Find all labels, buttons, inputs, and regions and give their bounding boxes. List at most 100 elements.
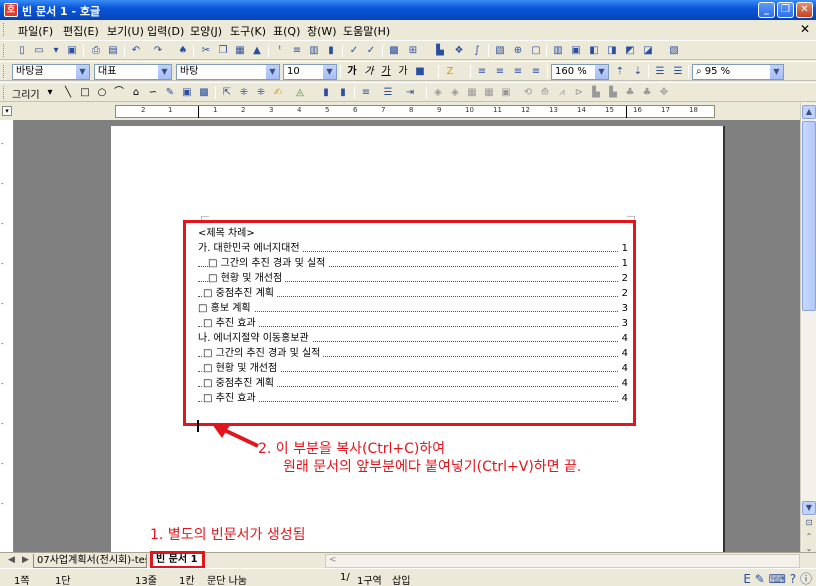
save-icon[interactable]: ▣ — [64, 43, 80, 58]
dictionary-icon[interactable]: ✓ — [363, 43, 379, 58]
italic-icon[interactable]: 가 — [361, 64, 377, 79]
chevron-down-icon[interactable]: ▼ — [158, 65, 171, 79]
toc-line[interactable]: 나. 에너지절약 이동홍보관 4 — [198, 332, 628, 346]
cut-icon[interactable]: ✂ — [198, 43, 214, 58]
font-language-select[interactable]: 대표 ▼ — [94, 64, 172, 80]
print-preview-icon[interactable]: ▤ — [105, 43, 121, 58]
format-painter-icon[interactable]: ▲ — [249, 43, 265, 58]
chevron-down-icon[interactable]: ▼ — [595, 65, 608, 79]
open-recent-icon[interactable]: ▾ — [48, 43, 64, 58]
menu-table[interactable]: 표(Q) — [273, 23, 300, 39]
ruler-toggle-icon[interactable]: ▾ — [2, 106, 12, 116]
distribute-icon[interactable]: ⊳ — [571, 85, 587, 100]
order-icon[interactable]: ▮ — [318, 85, 334, 100]
redo-icon[interactable]: ↷ — [150, 43, 166, 58]
menu-insert[interactable]: 입력(D) — [147, 23, 184, 39]
full-screen-icon[interactable]: ▣ — [568, 43, 584, 58]
number-list-icon[interactable]: ☰ — [670, 64, 686, 79]
draw-object-icon[interactable]: ❖ — [451, 43, 467, 58]
table-of-contents-box[interactable]: <제목 차례> 가. 대한민국 에너지대전 1 □ 그간의 추진 경과 및 실적… — [183, 220, 636, 426]
style-icon[interactable]: ▥ — [306, 43, 322, 58]
page-view-icon[interactable]: ▥ — [550, 43, 566, 58]
toolbar-grip[interactable] — [3, 65, 6, 78]
toc-line[interactable]: 가. 대한민국 에너지대전 1 — [198, 242, 628, 256]
scroll-thumb[interactable] — [802, 121, 816, 311]
tab-next-icon[interactable]: ▶ — [22, 555, 29, 565]
options-icon[interactable]: ▧ — [666, 43, 682, 58]
group-icon[interactable]: ⁜ — [236, 85, 252, 100]
page-nav-icon[interactable]: ⊡ — [802, 516, 816, 530]
print-icon[interactable]: ⎙ — [88, 43, 104, 58]
find-icon[interactable]: ♠ — [175, 43, 191, 58]
bold-icon[interactable]: 가 — [344, 64, 360, 79]
tab-prev-icon[interactable]: ◀ — [8, 555, 15, 565]
rotate-icon[interactable]: ⟲ — [520, 85, 536, 100]
horizontal-scrollbar[interactable]: < — [325, 554, 800, 568]
flip-icon[interactable]: ⟰ — [537, 85, 553, 100]
chevron-down-icon[interactable]: ▼ — [770, 65, 783, 79]
text-wrap-icon[interactable]: ▙ — [588, 85, 604, 100]
right-margin-marker[interactable] — [626, 106, 631, 118]
fill-color-icon[interactable]: ◬ — [292, 85, 308, 100]
toc-line[interactable]: □ 그간의 추진 경과 및 실적 1 — [198, 257, 628, 271]
shape-1-icon[interactable]: ◈ — [430, 85, 446, 100]
select-tool-icon[interactable]: ⇱ — [219, 85, 235, 100]
caption-icon[interactable]: ▙ — [605, 85, 621, 100]
tab-other-document[interactable]: 07사업계획서(전시회)-tes — [33, 554, 147, 568]
indent-marker[interactable] — [198, 106, 203, 118]
shape-3-icon[interactable]: ▦ — [464, 85, 480, 100]
image-icon[interactable]: ▧ — [492, 43, 508, 58]
3d-icon[interactable]: ✥ — [656, 85, 672, 100]
view-2-icon[interactable]: ◨ — [604, 43, 620, 58]
menu-format[interactable]: 모양(J) — [190, 23, 222, 39]
menu-edit[interactable]: 편집(E) — [63, 23, 99, 39]
menu-view[interactable]: 보기(U) — [107, 23, 144, 39]
vertical-scrollbar[interactable]: ▲ ▼ ⊡ ⌃ ⌄ — [800, 103, 816, 556]
toolbar-grip[interactable] — [3, 44, 6, 57]
ungroup-icon[interactable]: ⁜ — [253, 85, 269, 100]
scroll-left-icon[interactable]: < — [329, 555, 337, 565]
chevron-down-icon[interactable]: ▼ — [266, 65, 279, 79]
paste-icon[interactable]: ▦ — [232, 43, 248, 58]
toc-line[interactable]: □ 현황 및 개선점 2 — [198, 272, 628, 286]
polygon-tool-icon[interactable]: ⌂ — [128, 85, 144, 100]
menu-file[interactable]: 파일(F) — [18, 23, 53, 39]
formula-icon[interactable]: ∫ — [469, 43, 485, 58]
underline-icon[interactable]: 가 — [378, 64, 394, 79]
menu-tools[interactable]: 도구(K) — [230, 23, 266, 39]
picture-tool-icon[interactable]: ▣ — [179, 85, 195, 100]
bullet-list-icon[interactable]: ☰ — [652, 64, 668, 79]
maximize-button[interactable]: ❐ — [777, 2, 794, 18]
toc-line[interactable]: □ 현황 및 개선점 4 — [198, 362, 628, 376]
font-select[interactable]: 바탕 ▼ — [176, 64, 280, 80]
view-4-icon[interactable]: ◪ — [640, 43, 656, 58]
chevron-down-icon[interactable]: ▼ — [76, 65, 89, 79]
copy-icon[interactable]: ❐ — [215, 43, 231, 58]
zoom-select[interactable]: ⌕ 95 % ▼ — [692, 64, 784, 80]
line-tool-icon[interactable]: ╲ — [60, 85, 76, 100]
highlight-icon[interactable]: Z — [442, 64, 458, 79]
scroll-down-icon[interactable]: ▼ — [802, 501, 816, 515]
shape-2-icon[interactable]: ◈ — [447, 85, 463, 100]
toc-line[interactable]: □ 추진 효과 4 — [198, 392, 628, 406]
align-justify-icon[interactable]: ≡ — [474, 64, 490, 79]
chevron-down-icon[interactable]: ▼ — [323, 65, 336, 79]
effect-icon[interactable]: ♣ — [622, 85, 638, 100]
columns-icon[interactable]: ▮ — [323, 43, 339, 58]
font-size-select[interactable]: 10 ▼ — [283, 64, 337, 80]
toc-line[interactable]: □ 홍보 계획 3 — [198, 302, 628, 316]
insert-chart-icon[interactable]: ▙ — [432, 43, 448, 58]
strike-icon[interactable]: 가 — [395, 64, 411, 79]
textbox-icon[interactable]: ▢ — [528, 43, 544, 58]
hwp-app-icon[interactable]: 호 — [4, 3, 18, 17]
toc-line[interactable]: □ 그간의 추진 경과 및 실적 4 — [198, 347, 628, 361]
ime-tray-icons[interactable]: E ✎ ⌨ ? ⓘ — [743, 570, 812, 586]
draw-label[interactable]: 그리기 — [12, 86, 40, 101]
line-style-icon[interactable]: ≡ — [358, 85, 374, 100]
minimize-button[interactable]: _ — [758, 2, 775, 18]
arc-tool-icon[interactable]: ⌒ — [111, 85, 127, 100]
freehand-tool-icon[interactable]: ✎ — [162, 85, 178, 100]
close-button[interactable]: ✕ — [796, 2, 813, 18]
insert-table-icon[interactable]: ⊞ — [405, 43, 421, 58]
view-3-icon[interactable]: ◩ — [622, 43, 638, 58]
